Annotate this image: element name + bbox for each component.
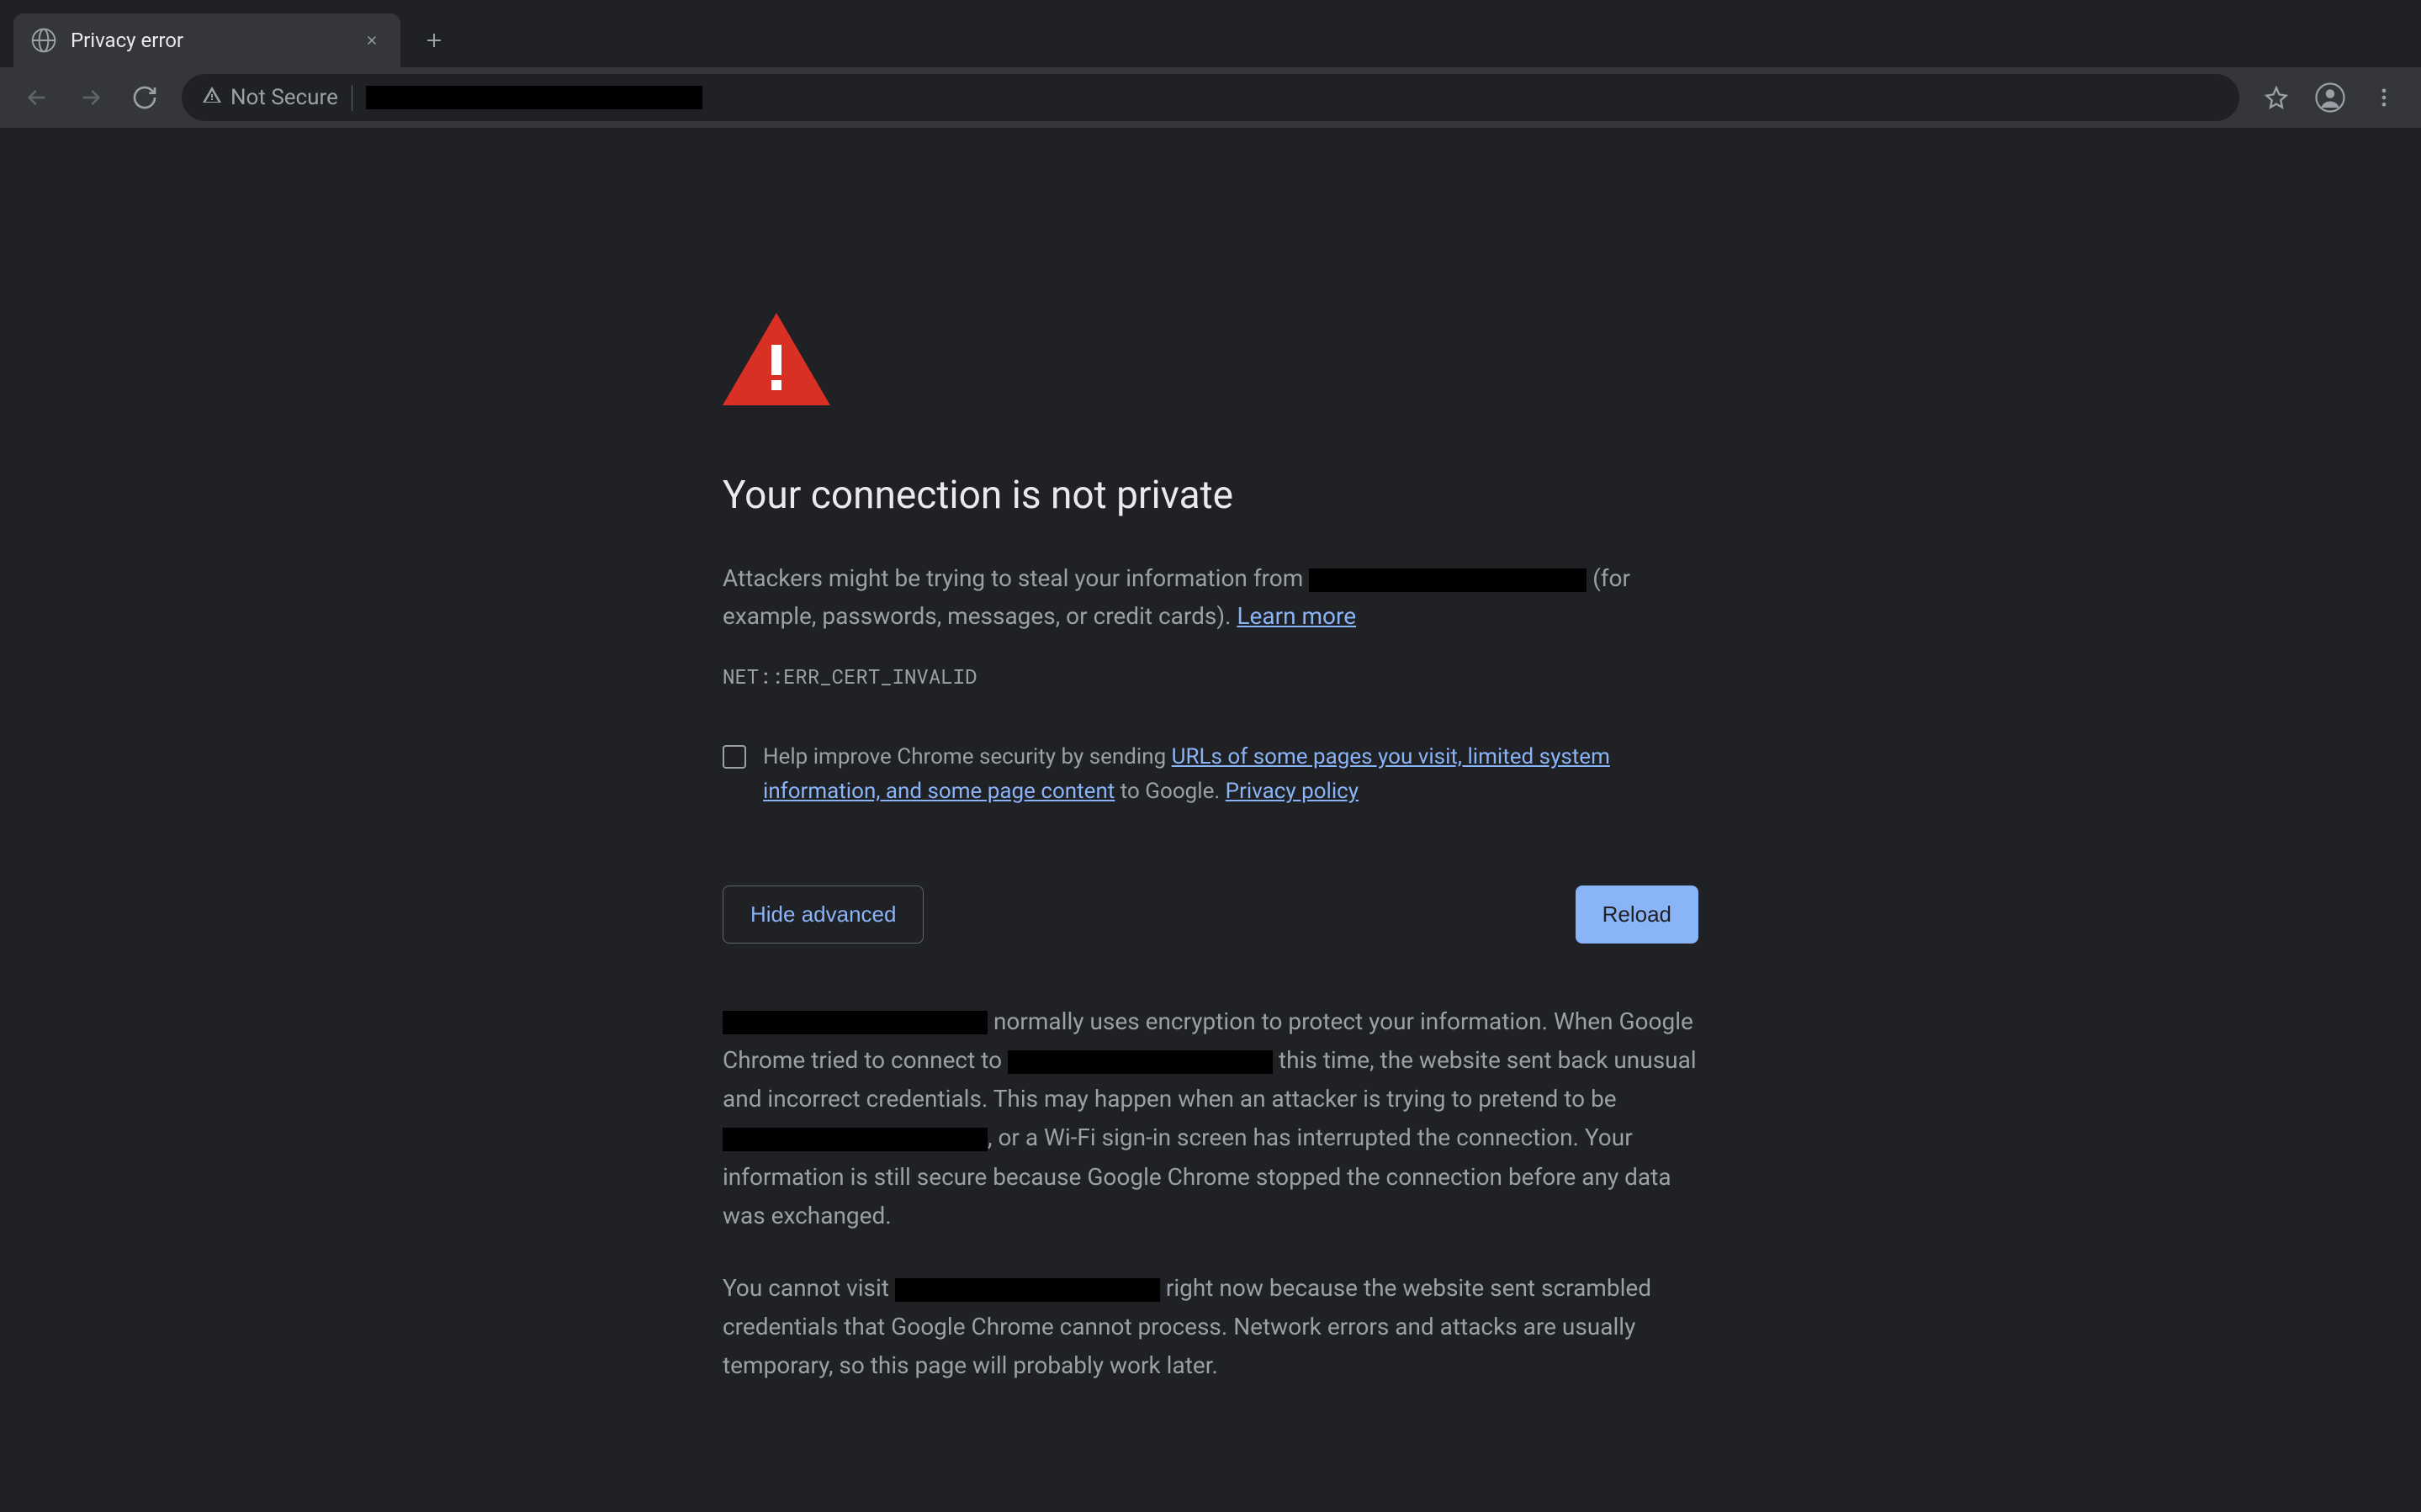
interstitial-page: Your connection is not private Attackers… [0,128,2421,1419]
redacted-domain [1309,568,1587,592]
redacted-domain [1008,1050,1273,1074]
tab-strip: Privacy error [0,0,2421,67]
new-tab-button[interactable] [414,20,454,61]
browser-tab[interactable]: Privacy error [13,13,400,67]
opt-in-text: Help improve Chrome security by sending … [763,740,1698,810]
warning-triangle-icon [202,85,222,111]
page-title: Your connection is not private [723,473,1698,518]
redacted-url [366,86,702,109]
error-code: NET::ERR_CERT_INVALID [723,663,1698,690]
opt-in-checkbox[interactable] [723,745,746,769]
reload-button[interactable] [121,74,168,121]
security-indicator[interactable]: Not Secure [202,85,352,111]
redacted-domain [723,1128,988,1151]
warning-paragraph: Attackers might be trying to steal your … [723,560,1698,636]
advanced-details: normally uses encryption to protect your… [723,1002,1698,1386]
close-icon[interactable] [360,29,384,52]
forward-button[interactable] [67,74,114,121]
redacted-domain [895,1278,1160,1302]
back-button[interactable] [13,74,61,121]
privacy-policy-link[interactable]: Privacy policy [1226,779,1359,804]
tab-title: Privacy error [71,29,347,52]
button-row: Hide advanced Reload [723,886,1698,944]
bookmark-button[interactable] [2253,74,2300,121]
globe-icon [30,27,57,54]
address-bar[interactable]: Not Secure [182,74,2239,121]
redacted-domain [723,1011,988,1034]
opt-in-row: Help improve Chrome security by sending … [723,740,1698,810]
warning-icon [723,313,830,405]
security-label: Not Secure [230,85,338,110]
profile-button[interactable] [2307,74,2354,121]
menu-button[interactable] [2360,74,2408,121]
reload-page-button[interactable]: Reload [1576,886,1698,944]
url-text [366,86,2219,109]
learn-more-link[interactable]: Learn more [1237,602,1356,630]
hide-advanced-button[interactable]: Hide advanced [723,886,924,944]
toolbar: Not Secure [0,67,2421,128]
